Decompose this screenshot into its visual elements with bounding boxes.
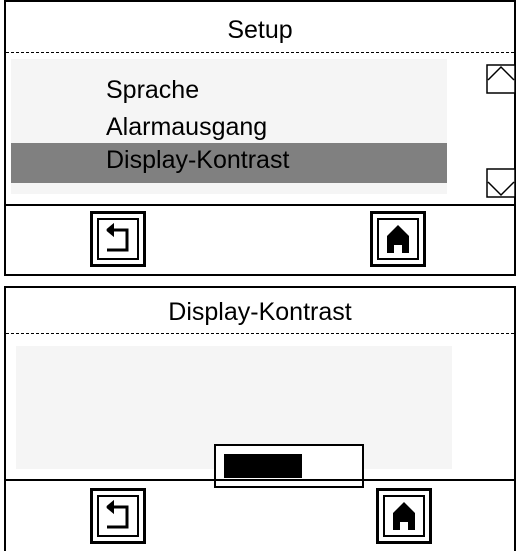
chevron-up-icon	[486, 64, 516, 94]
contrast-level-bar[interactable]	[214, 444, 364, 488]
back-arrow-icon	[106, 222, 129, 252]
back-arrow-icon	[106, 499, 129, 529]
menu-item-label: Sprache	[106, 76, 200, 104]
menu-item-label: Alarmausgang	[106, 113, 268, 141]
scroll-up-button[interactable]	[486, 64, 516, 94]
setup-screen: Setup Sprache Alarmausgang Display-Kontr…	[4, 0, 516, 276]
menu-item-sprache[interactable]: Sprache	[11, 73, 447, 113]
contrast-title: Display-Kontrast	[168, 298, 352, 326]
footer-divider	[6, 204, 514, 206]
back-button[interactable]	[90, 211, 146, 267]
menu-item-display-kontrast[interactable]: Display-Kontrast	[11, 143, 447, 183]
home-button[interactable]	[376, 488, 432, 544]
menu-item-label: Display-Kontrast	[106, 146, 290, 174]
setup-title: Setup	[227, 16, 293, 44]
home-button[interactable]	[370, 211, 426, 267]
menu-list: Sprache Alarmausgang Display-Kontrast	[11, 59, 447, 194]
home-icon	[387, 225, 409, 253]
title-divider	[6, 333, 514, 334]
scroll-down-button[interactable]	[486, 168, 516, 198]
footer-divider	[6, 479, 514, 481]
contrast-screen: Display-Kontrast	[4, 286, 516, 551]
contrast-level-fill	[224, 454, 302, 478]
chevron-down-icon	[486, 168, 516, 198]
back-button[interactable]	[90, 488, 146, 544]
title-divider	[6, 52, 514, 53]
home-icon	[393, 502, 415, 530]
contrast-panel	[16, 346, 452, 488]
